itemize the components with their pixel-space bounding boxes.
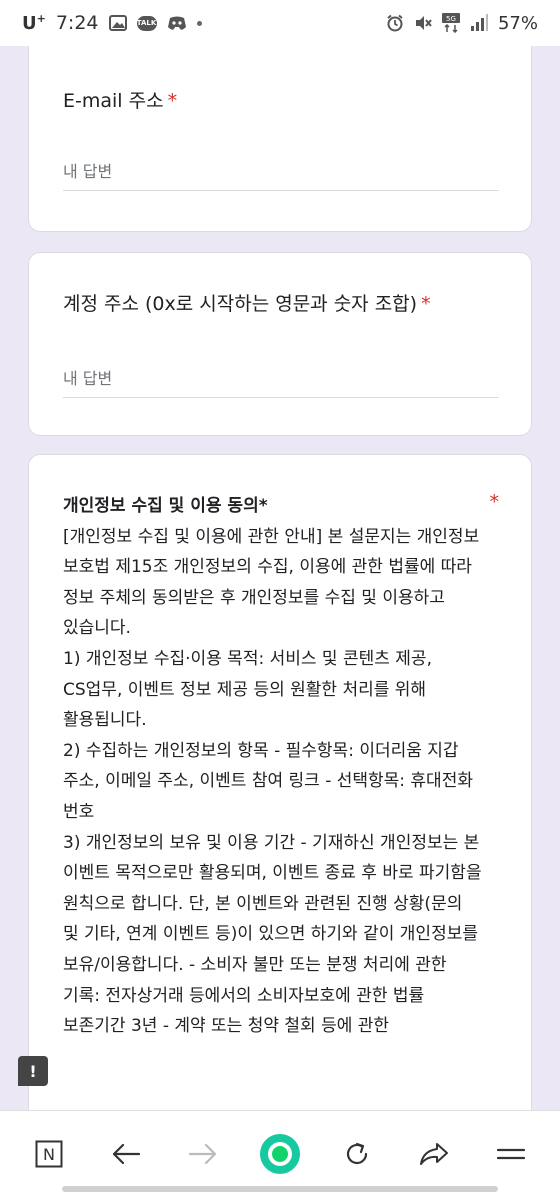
required-mark: * bbox=[167, 90, 178, 112]
arrow-right-icon bbox=[188, 1143, 216, 1165]
email-question-card: E-mail 주소 * 내 답변 bbox=[28, 46, 532, 232]
consent-body: [개인정보 수집 및 이용에 관한 안내] 본 설문지는 개인정보 보호법 제1… bbox=[63, 522, 483, 1042]
green-dot-icon bbox=[259, 1134, 300, 1174]
account-question-card: 계정 주소 (0x로 시작하는 영문과 숫자 조합) * 내 답변 bbox=[28, 252, 532, 436]
form-content[interactable]: E-mail 주소 * 내 답변 계정 주소 (0x로 시작하는 영문과 숫자 조… bbox=[0, 46, 560, 1110]
browser-nav-row: N bbox=[0, 1129, 560, 1179]
status-left: U+ 7:24 TALK bbox=[22, 12, 202, 34]
status-bar: U+ 7:24 TALK 5G 57% bbox=[0, 0, 560, 46]
consent-text: 개인정보 수집 및 이용 동의* [개인정보 수집 및 이용에 관한 안내] 본… bbox=[63, 491, 483, 1042]
menu-button[interactable] bbox=[487, 1130, 535, 1178]
refresh-icon bbox=[347, 1142, 368, 1165]
refresh-button[interactable] bbox=[333, 1130, 381, 1178]
share-button[interactable] bbox=[410, 1130, 458, 1178]
svg-text:N: N bbox=[43, 1145, 55, 1164]
forward-button[interactable] bbox=[179, 1130, 227, 1178]
required-mark: * bbox=[489, 491, 500, 513]
back-button[interactable] bbox=[102, 1130, 150, 1178]
consent-question-card: 개인정보 수집 및 이용 동의* [개인정보 수집 및 이용에 관한 안내] 본… bbox=[28, 454, 532, 1110]
svg-text:5G: 5G bbox=[446, 15, 456, 23]
battery-level: 57% bbox=[497, 12, 538, 34]
kakaotalk-icon: TALK bbox=[136, 15, 157, 31]
consent-paragraph: 1) 개인정보 수집·이용 목적: 서비스 및 콘텐츠 제공, CS업무, 이벤… bbox=[63, 648, 432, 731]
notification-dot bbox=[196, 20, 202, 26]
arrow-left-icon bbox=[112, 1143, 140, 1165]
5g-icon: 5G bbox=[441, 13, 460, 33]
consent-paragraph: [개인정보 수집 및 이용에 관한 안내] 본 설문지는 개인정보 보호법 제1… bbox=[63, 526, 480, 639]
consent-paragraph: 3) 개인정보의 보유 및 이용 기간 - 기재하신 개인정보는 본 이벤트 목… bbox=[63, 832, 482, 1037]
consent-paragraph: 2) 수집하는 개인정보의 항목 - 필수항목: 이더리움 지갑 주소, 이메일… bbox=[63, 740, 473, 822]
mute-icon bbox=[414, 14, 432, 32]
gallery-icon bbox=[108, 15, 127, 31]
account-answer-input[interactable]: 내 답변 bbox=[63, 365, 499, 398]
status-right: 5G 57% bbox=[386, 13, 538, 34]
naver-n-icon: N bbox=[35, 1140, 63, 1168]
naver-home-button[interactable]: N bbox=[25, 1130, 73, 1178]
discord-icon bbox=[167, 16, 187, 31]
signal-icon bbox=[470, 14, 488, 32]
consent-title: 개인정보 수집 및 이용 동의* bbox=[63, 496, 268, 516]
email-answer-input[interactable]: 내 답변 bbox=[63, 158, 499, 191]
home-indicator[interactable] bbox=[62, 1186, 498, 1192]
carrier-label: U+ bbox=[22, 12, 46, 34]
feedback-button[interactable]: ! bbox=[18, 1056, 48, 1086]
required-mark: * bbox=[421, 293, 431, 315]
green-dot-button[interactable] bbox=[256, 1130, 304, 1178]
share-icon bbox=[420, 1143, 449, 1165]
email-question-title: E-mail 주소 * bbox=[63, 90, 178, 112]
account-question-title: 계정 주소 (0x로 시작하는 영문과 숫자 조합) * bbox=[63, 293, 431, 315]
hamburger-icon bbox=[497, 1148, 526, 1160]
alarm-icon bbox=[386, 14, 404, 32]
clock: 7:24 bbox=[55, 12, 99, 34]
